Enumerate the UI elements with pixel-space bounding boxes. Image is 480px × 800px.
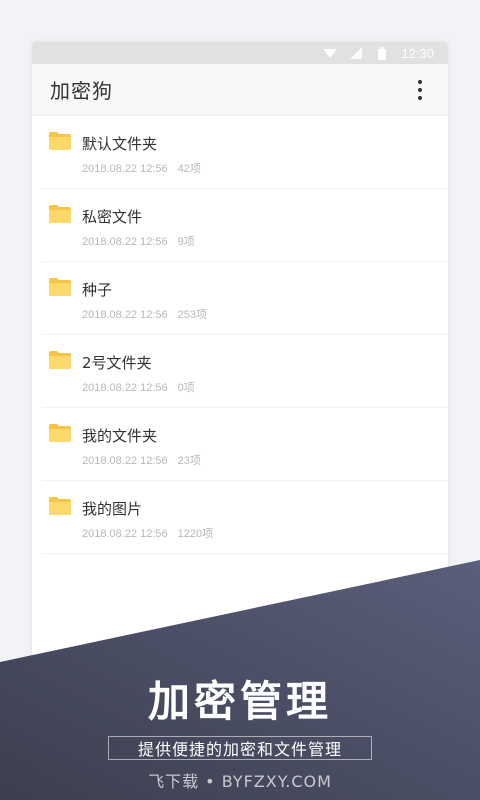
promo-headline: 加密管理 bbox=[147, 677, 332, 726]
promo-subline-box: 提供便捷的加密和文件管理 bbox=[108, 736, 372, 760]
watermark: 飞下载 • BYFZXY.COM bbox=[148, 772, 332, 791]
promo-subline: 提供便捷的加密和文件管理 bbox=[137, 740, 342, 759]
